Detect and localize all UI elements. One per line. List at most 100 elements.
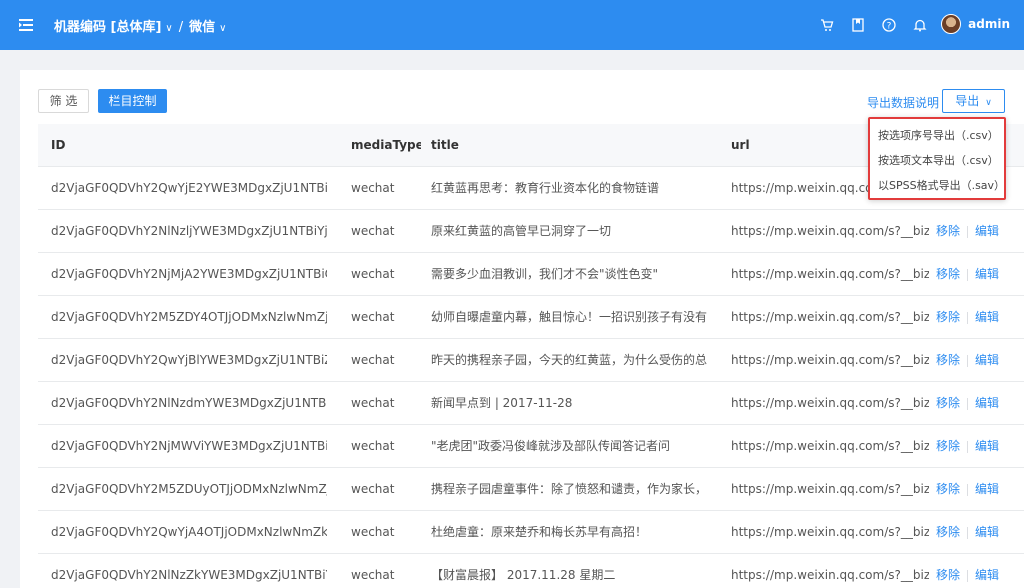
cell-mediatype: wechat — [351, 396, 395, 410]
breadcrumb-library[interactable]: 机器编码 [总体库] — [54, 20, 161, 35]
document-icon[interactable] — [850, 17, 866, 33]
export-by-option-text[interactable]: 按选项文本导出（.csv） — [870, 148, 1004, 173]
remove-link[interactable]: 移除 — [936, 568, 960, 582]
edit-link[interactable]: 编辑 — [975, 482, 999, 496]
cell-title: 幼师自曝虐童内幕，触目惊心！一招识别孩子有没有被虐 — [431, 310, 707, 324]
cell-url[interactable]: https://mp.weixin.qq.com/s?__biz=MjM — [731, 253, 929, 295]
cell-title: "老虎团"政委冯俊峰就涉及部队传闻答记者问 — [431, 439, 671, 453]
edit-link[interactable]: 编辑 — [975, 224, 999, 238]
user-menu[interactable]: admin — [941, 14, 1010, 34]
table-body: d2VjaGF0QDVhY2QwYjE2YWE3MDgxZjU1NTBiZDdl… — [38, 167, 1024, 588]
cart-icon[interactable] — [819, 17, 835, 33]
cell-id: d2VjaGF0QDVhY2NlNzdmYWE3MDgxZjU1NTBiYjM4… — [51, 396, 327, 410]
action-divider — [967, 526, 969, 539]
remove-link[interactable]: 移除 — [936, 396, 960, 410]
remove-link[interactable]: 移除 — [936, 482, 960, 496]
action-divider — [967, 569, 969, 582]
edit-link[interactable]: 编辑 — [975, 396, 999, 410]
bell-icon[interactable] — [912, 17, 928, 33]
cell-url[interactable]: https://mp.weixin.qq.com/s?__biz=MjM — [731, 382, 929, 424]
cell-title: 携程亲子园虐童事件：除了愤怒和谴责，作为家长，更应 — [431, 482, 707, 496]
cell-actions: 移除 编辑 — [936, 339, 1016, 381]
cell-id: d2VjaGF0QDVhY2NjMWViYWE3MDgxZjU1NTBiODY2… — [51, 439, 327, 453]
export-dropdown: 按选项序号导出（.csv） 按选项文本导出（.csv） 以SPSS格式导出（.s… — [868, 117, 1006, 200]
cell-actions: 移除 编辑 — [936, 425, 1016, 467]
table-row: d2VjaGF0QDVhY2QwYjBlYWE3MDgxZjU1NTBiZDdk… — [38, 339, 1024, 382]
cell-title: 杜绝虐童：原来楚乔和梅长苏早有高招！ — [431, 525, 648, 539]
cell-mediatype: wechat — [351, 568, 395, 582]
remove-link[interactable]: 移除 — [936, 224, 960, 238]
cell-title: 【财富晨报】 2017.11.28 星期二 — [431, 568, 616, 582]
edit-link[interactable]: 编辑 — [975, 353, 999, 367]
cell-title: 昨天的携程亲子园，今天的红黄蓝，为什么受伤的总是孩子 — [431, 353, 707, 367]
action-divider — [967, 354, 969, 367]
cell-url[interactable]: https://mp.weixin.qq.com/s?__biz=MzI — [731, 339, 929, 381]
cell-id: d2VjaGF0QDVhY2NlNzZkYWE3MDgxZjU1NTBiYjM3… — [51, 568, 327, 582]
cell-title: 原来红黄蓝的高管早已洞穿了一切 — [431, 224, 612, 238]
menu-icon[interactable] — [18, 17, 34, 33]
table-row: d2VjaGF0QDVhY2NjMWViYWE3MDgxZjU1NTBiODY2… — [38, 425, 1024, 468]
cell-mediatype: wechat — [351, 353, 395, 367]
table-row: d2VjaGF0QDVhY2NjMjA2YWE3MDgxZjU1NTBiODY4… — [38, 253, 1024, 296]
cell-actions: 移除 编辑 — [936, 511, 1016, 553]
cell-mediatype: wechat — [351, 181, 395, 195]
export-note-link[interactable]: 导出数据说明 — [867, 94, 939, 111]
filter-button[interactable]: 筛 选 — [38, 89, 89, 113]
export-by-option-index[interactable]: 按选项序号导出（.csv） — [870, 123, 1004, 148]
table-row: d2VjaGF0QDVhY2NlNzdmYWE3MDgxZjU1NTBiYjM4… — [38, 382, 1024, 425]
export-button-label: 导出 — [955, 94, 980, 108]
cell-mediatype: wechat — [351, 525, 395, 539]
breadcrumb-separator: / — [178, 20, 184, 35]
breadcrumb-channel[interactable]: 微信 — [189, 20, 215, 35]
help-icon[interactable]: ? — [881, 17, 897, 33]
chevron-down-icon[interactable]: ∨ — [165, 23, 172, 34]
cell-url[interactable]: https://mp.weixin.qq.com/s?__biz=MzA — [731, 425, 929, 467]
column-control-button[interactable]: 栏目控制 — [98, 89, 167, 113]
edit-link[interactable]: 编辑 — [975, 267, 999, 281]
action-divider — [967, 268, 969, 281]
cell-url[interactable]: https://mp.weixin.qq.com/s?__biz=MzI — [731, 511, 929, 553]
edit-link[interactable]: 编辑 — [975, 439, 999, 453]
cell-url[interactable]: https://mp.weixin.qq.com/s?__biz=MjM — [731, 468, 929, 510]
edit-link[interactable]: 编辑 — [975, 525, 999, 539]
remove-link[interactable]: 移除 — [936, 353, 960, 367]
column-header-id[interactable]: ID — [51, 124, 327, 166]
avatar — [941, 14, 962, 34]
table-row: d2VjaGF0QDVhY2M5ZDUyOTJjODMxNzlwNmZjZmU0… — [38, 468, 1024, 511]
breadcrumb: 机器编码 [总体库] ∨ / 微信 ∨ — [54, 16, 226, 35]
column-header-mediatype[interactable]: mediaType — [351, 124, 421, 166]
cell-id: d2VjaGF0QDVhY2NlNzljYWE3MDgxZjU1NTBiYjNi… — [51, 224, 327, 238]
remove-link[interactable]: 移除 — [936, 267, 960, 281]
edit-link[interactable]: 编辑 — [975, 310, 999, 324]
action-divider — [967, 397, 969, 410]
column-header-title[interactable]: title — [431, 124, 707, 166]
cell-actions: 移除 编辑 — [936, 382, 1016, 424]
cell-mediatype: wechat — [351, 224, 395, 238]
cell-id: d2VjaGF0QDVhY2QwYjBlYWE3MDgxZjU1NTBiZDdk… — [51, 353, 327, 367]
cell-mediatype: wechat — [351, 267, 395, 281]
table-row: d2VjaGF0QDVhY2M5ZDY4OTJjODMxNzlwNmZjZmU2… — [38, 296, 1024, 339]
table-row: d2VjaGF0QDVhY2NlNzljYWE3MDgxZjU1NTBiYjNi… — [38, 210, 1024, 253]
svg-text:?: ? — [887, 22, 892, 32]
remove-link[interactable]: 移除 — [936, 525, 960, 539]
table-row: d2VjaGF0QDVhY2QwYjA4OTJjODMxNzlwNmZkNDNk… — [38, 511, 1024, 554]
cell-title: 新闻早点到 | 2017-11-28 — [431, 396, 573, 410]
cell-mediatype: wechat — [351, 310, 395, 324]
cell-id: d2VjaGF0QDVhY2NjMjA2YWE3MDgxZjU1NTBiODY4… — [51, 267, 327, 281]
cell-url[interactable]: https://mp.weixin.qq.com/s?__biz=MzA — [731, 554, 929, 588]
cell-actions: 移除 编辑 — [936, 468, 1016, 510]
export-button[interactable]: 导出 ∨ — [942, 89, 1005, 113]
cell-actions: 移除 编辑 — [936, 296, 1016, 338]
export-spss[interactable]: 以SPSS格式导出（.sav） — [870, 173, 1005, 198]
chevron-down-icon[interactable]: ∨ — [219, 23, 226, 34]
remove-link[interactable]: 移除 — [936, 310, 960, 324]
cell-actions: 移除 编辑 — [936, 210, 1016, 252]
remove-link[interactable]: 移除 — [936, 439, 960, 453]
edit-link[interactable]: 编辑 — [975, 568, 999, 582]
cell-url[interactable]: https://mp.weixin.qq.com/s?__biz=MzI — [731, 296, 929, 338]
cell-title: 需要多少血泪教训，我们才不会"谈性色变" — [431, 267, 659, 281]
cell-actions: 移除 编辑 — [936, 554, 1016, 588]
cell-url[interactable]: https://mp.weixin.qq.com/s?__biz=MzA — [731, 210, 929, 252]
cell-mediatype: wechat — [351, 482, 395, 496]
action-divider — [967, 225, 969, 238]
